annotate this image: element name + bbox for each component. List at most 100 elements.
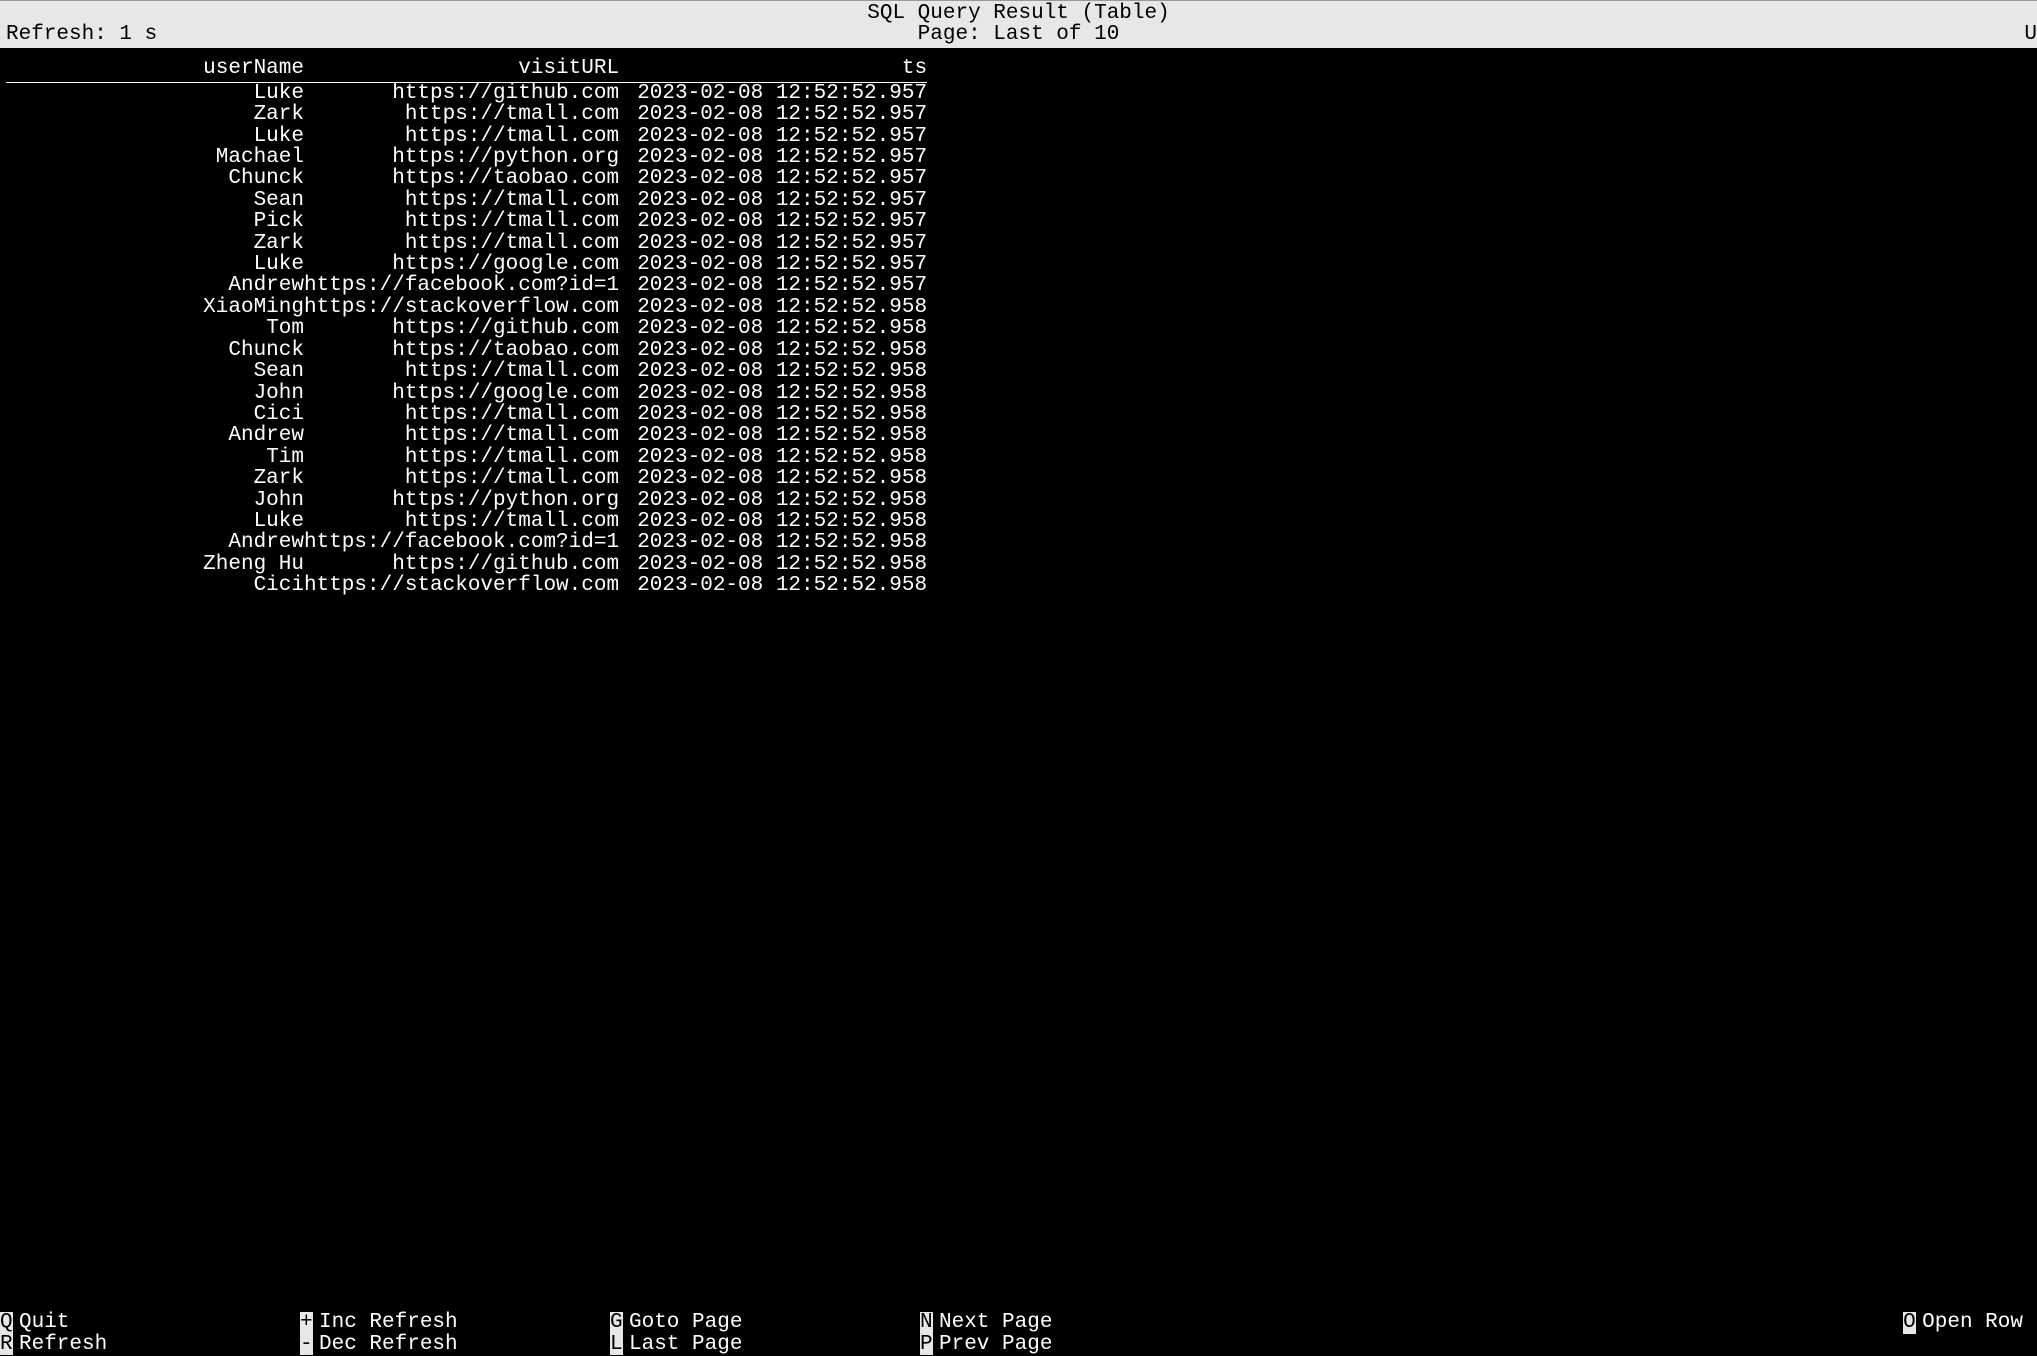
cell-username: Tim <box>6 447 304 468</box>
cell-ts: 2023-02-08 12:52:52.957 <box>619 147 927 168</box>
refresh-label: Refresh: 1 s <box>6 24 157 45</box>
table-row[interactable]: Lukehttps://tmall.com2023-02-08 12:52:52… <box>6 126 927 147</box>
cell-ts: 2023-02-08 12:52:52.957 <box>619 190 927 211</box>
table-row[interactable]: XiaoMinghttps://stackoverflow.com2023-02… <box>6 297 927 318</box>
table-row[interactable]: Lukehttps://github.com2023-02-08 12:52:5… <box>6 82 927 104</box>
cell-username: Cici <box>6 404 304 425</box>
cell-visiturl: https://github.com <box>304 554 619 575</box>
cell-visiturl: https://facebook.com?id=1 <box>304 532 619 553</box>
shortcut-key: R <box>0 1334 13 1355</box>
cell-visiturl: https://tmall.com <box>304 511 619 532</box>
results-table: userName visitURL ts Lukehttps://github.… <box>6 58 927 596</box>
shortcut-label: Refresh <box>19 1334 107 1355</box>
table-header-row: userName visitURL ts <box>6 58 927 82</box>
cell-ts: 2023-02-08 12:52:52.957 <box>619 254 927 275</box>
cell-ts: 2023-02-08 12:52:52.958 <box>619 383 927 404</box>
cell-visiturl: https://tmall.com <box>304 468 619 489</box>
content-area: userName visitURL ts Lukehttps://github.… <box>0 48 2037 596</box>
cell-username: Pick <box>6 211 304 232</box>
cell-visiturl: https://github.com <box>304 82 619 104</box>
table-row[interactable]: Tomhttps://github.com2023-02-08 12:52:52… <box>6 318 927 339</box>
shortcut-open-row[interactable]: O Open Row <box>1230 1312 2037 1333</box>
page-title: SQL Query Result (Table) <box>0 3 2037 24</box>
table-row[interactable]: Zarkhttps://tmall.com2023-02-08 12:52:52… <box>6 104 927 125</box>
shortcut-key: O <box>1903 1312 1916 1333</box>
footer-shortcuts: Q Quit +Inc RefreshGGoto PageNNext Page O Op… <box>0 1312 2037 1355</box>
col-header-username: userName <box>6 58 304 82</box>
shortcut-next-page[interactable]: NNext Page <box>920 1312 1230 1333</box>
cell-username: Andrew <box>6 425 304 446</box>
cell-username: Tom <box>6 318 304 339</box>
cell-username: Zark <box>6 468 304 489</box>
table-row[interactable]: Johnhttps://python.org2023-02-08 12:52:5… <box>6 490 927 511</box>
cell-username: Luke <box>6 82 304 104</box>
cell-ts: 2023-02-08 12:52:52.958 <box>619 340 927 361</box>
table-row[interactable]: Andrewhttps://facebook.com?id=12023-02-0… <box>6 532 927 553</box>
table-row[interactable]: Chunckhttps://taobao.com2023-02-08 12:52… <box>6 340 927 361</box>
table-row[interactable]: Chunckhttps://taobao.com2023-02-08 12:52… <box>6 168 927 189</box>
shortcut-refresh[interactable]: R Refresh <box>0 1334 300 1355</box>
table-row[interactable]: Timhttps://tmall.com2023-02-08 12:52:52.… <box>6 447 927 468</box>
cell-username: Luke <box>6 254 304 275</box>
cell-visiturl: https://tmall.com <box>304 361 619 382</box>
shortcut-label: Open Row <box>1922 1312 2023 1333</box>
shortcut-label: Prev Page <box>939 1334 1052 1355</box>
cell-ts: 2023-02-08 12:52:52.958 <box>619 532 927 553</box>
table-row[interactable]: Zheng Huhttps://github.com2023-02-08 12:… <box>6 554 927 575</box>
cell-username: Andrew <box>6 532 304 553</box>
table-row[interactable]: Andrewhttps://tmall.com2023-02-08 12:52:… <box>6 425 927 446</box>
table-row[interactable]: Zarkhttps://tmall.com2023-02-08 12:52:52… <box>6 468 927 489</box>
shortcut-label: Goto Page <box>629 1312 742 1333</box>
table-row[interactable]: Lukehttps://tmall.com2023-02-08 12:52:52… <box>6 511 927 532</box>
cell-ts: 2023-02-08 12:52:52.957 <box>619 168 927 189</box>
shortcut-label: Quit <box>19 1312 69 1333</box>
info-line: Refresh: 1 s Page: Last of 10 U <box>0 24 2037 46</box>
shortcut-key: + <box>300 1312 313 1333</box>
shortcut-inc-refresh[interactable]: +Inc Refresh <box>300 1312 610 1333</box>
table-row[interactable]: Johnhttps://google.com2023-02-08 12:52:5… <box>6 383 927 404</box>
cell-username: John <box>6 383 304 404</box>
shortcut-key: P <box>920 1334 933 1355</box>
cell-ts: 2023-02-08 12:52:52.957 <box>619 211 927 232</box>
table-row[interactable]: Cicihttps://tmall.com2023-02-08 12:52:52… <box>6 404 927 425</box>
shortcut-key: Q <box>0 1312 13 1333</box>
shortcut-quit[interactable]: Q Quit <box>0 1312 300 1333</box>
top-right-indicator: U <box>2024 24 2037 45</box>
cell-username: Sean <box>6 361 304 382</box>
table-row[interactable]: Machaelhttps://python.org2023-02-08 12:5… <box>6 147 927 168</box>
col-header-ts: ts <box>619 58 927 82</box>
shortcut-dec-refresh[interactable]: -Dec Refresh <box>300 1334 610 1355</box>
table-row[interactable]: Lukehttps://google.com2023-02-08 12:52:5… <box>6 254 927 275</box>
table-row[interactable]: Andrewhttps://facebook.com?id=12023-02-0… <box>6 275 927 296</box>
table-row[interactable]: Cicihttps://stackoverflow.com2023-02-08 … <box>6 575 927 596</box>
shortcut-last-page[interactable]: LLast Page <box>610 1334 920 1355</box>
cell-visiturl: https://stackoverflow.com <box>304 575 619 596</box>
cell-ts: 2023-02-08 12:52:52.958 <box>619 425 927 446</box>
shortcut-key: L <box>610 1334 623 1355</box>
table-row[interactable]: Pickhttps://tmall.com2023-02-08 12:52:52… <box>6 211 927 232</box>
cell-username: Zark <box>6 233 304 254</box>
cell-visiturl: https://python.org <box>304 490 619 511</box>
cell-ts: 2023-02-08 12:52:52.958 <box>619 490 927 511</box>
cell-ts: 2023-02-08 12:52:52.958 <box>619 468 927 489</box>
footer-row-2: R Refresh -Dec RefreshLLast PageP Prev Page <box>0 1334 2037 1355</box>
table-row[interactable]: Seanhttps://tmall.com2023-02-08 12:52:52… <box>6 361 927 382</box>
cell-ts: 2023-02-08 12:52:52.958 <box>619 404 927 425</box>
cell-ts: 2023-02-08 12:52:52.957 <box>619 82 927 104</box>
shortcut-prev-page[interactable]: P Prev Page <box>920 1334 1230 1355</box>
table-row[interactable]: Zarkhttps://tmall.com2023-02-08 12:52:52… <box>6 233 927 254</box>
cell-ts: 2023-02-08 12:52:52.958 <box>619 361 927 382</box>
shortcut-label: Dec Refresh <box>319 1334 458 1355</box>
shortcut-goto-page[interactable]: GGoto Page <box>610 1312 920 1333</box>
cell-visiturl: https://facebook.com?id=1 <box>304 275 619 296</box>
cell-visiturl: https://tmall.com <box>304 447 619 468</box>
footer-row-1: Q Quit +Inc RefreshGGoto PageNNext Page O Op… <box>0 1312 2037 1333</box>
cell-visiturl: https://taobao.com <box>304 340 619 361</box>
cell-username: Luke <box>6 126 304 147</box>
cell-visiturl: https://google.com <box>304 254 619 275</box>
table-row[interactable]: Seanhttps://tmall.com2023-02-08 12:52:52… <box>6 190 927 211</box>
cell-username: Sean <box>6 190 304 211</box>
page-label: Page: Last of 10 <box>0 24 2037 45</box>
cell-username: Cici <box>6 575 304 596</box>
cell-ts: 2023-02-08 12:52:52.957 <box>619 275 927 296</box>
